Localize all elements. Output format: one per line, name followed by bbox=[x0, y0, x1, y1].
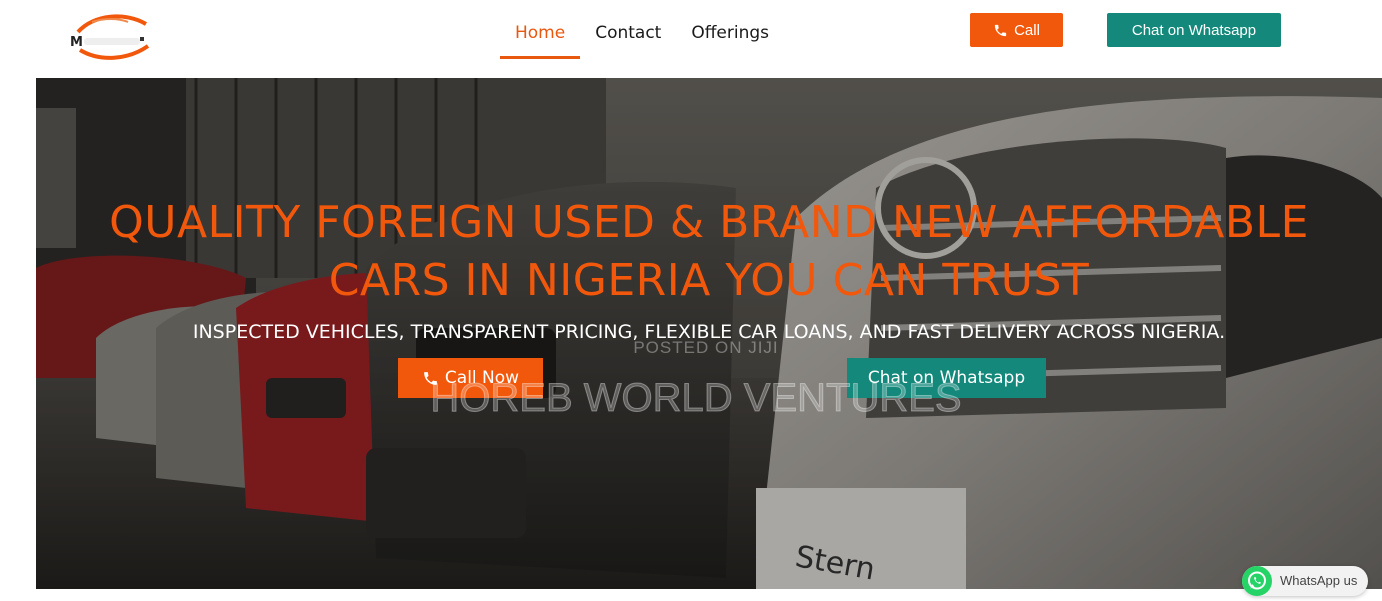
nav-contact[interactable]: Contact bbox=[580, 12, 676, 56]
whatsapp-icon bbox=[1242, 566, 1272, 596]
logo-car-icon: M bbox=[70, 14, 150, 60]
nav-home[interactable]: Home bbox=[500, 12, 581, 59]
header-whatsapp-button[interactable]: Chat on Whatsapp bbox=[1107, 13, 1281, 47]
watermark-posted-on: POSTED ON JIJI bbox=[633, 338, 779, 357]
hero-title-line-1: QUALITY FOREIGN USED & BRAND NEW AFFORDA… bbox=[109, 197, 1309, 248]
site-header: M Home Contact Offerings Call Chat on Wh… bbox=[0, 0, 1382, 78]
main-nav: Home Contact Offerings bbox=[500, 12, 784, 59]
nav-offerings[interactable]: Offerings bbox=[676, 12, 784, 56]
whatsapp-float-button[interactable]: WhatsApp us bbox=[1242, 566, 1368, 596]
site-logo[interactable]: M bbox=[66, 10, 158, 64]
phone-icon bbox=[994, 24, 1007, 36]
header-call-button[interactable]: Call bbox=[970, 13, 1063, 47]
hero-title: QUALITY FOREIGN USED & BRAND NEW AFFORDA… bbox=[76, 194, 1342, 310]
header-whatsapp-label: Chat on Whatsapp bbox=[1131, 21, 1257, 39]
logo-text: M bbox=[70, 35, 83, 50]
hero-title-line-2: CARS IN NIGERIA YOU CAN TRUST bbox=[328, 255, 1090, 306]
watermark-seller-name: HOREB WORLD VENTURES bbox=[430, 376, 962, 421]
hero-section: Stern QUALITY FOREIGN USED & BRAND NEW A… bbox=[36, 78, 1382, 589]
header-call-label: Call bbox=[1014, 21, 1040, 39]
whatsapp-float-label: WhatsApp us bbox=[1280, 573, 1358, 588]
